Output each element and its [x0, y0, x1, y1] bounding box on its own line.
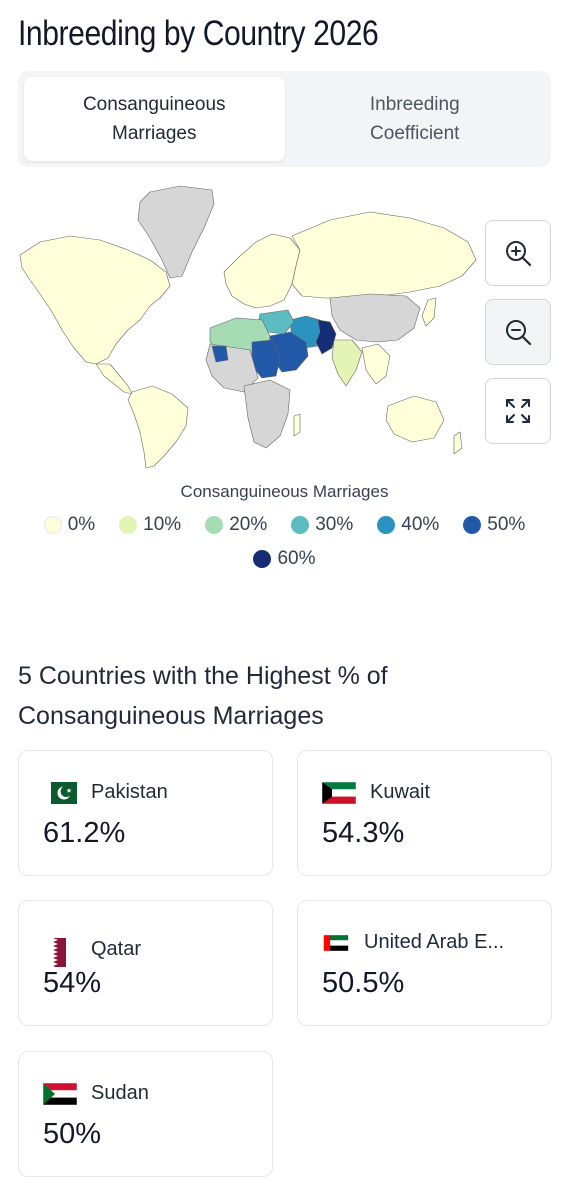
legend-swatch: [253, 550, 272, 568]
country-card-kuwait[interactable]: Kuwait 54.3%: [297, 750, 552, 876]
legend-swatch: [377, 516, 396, 534]
map-region-east-asia: [329, 293, 421, 343]
legend-item[interactable]: 10%: [119, 514, 181, 536]
country-name: Sudan: [91, 1082, 149, 1104]
map-region-europe: [223, 233, 301, 309]
legend-swatch: [119, 516, 138, 534]
map-region-russia: [291, 211, 477, 299]
zoom-out-icon: [506, 320, 532, 346]
fullscreen-button[interactable]: [485, 378, 551, 444]
legend-item[interactable]: 20%: [205, 514, 267, 536]
legend-label: 0%: [67, 514, 96, 535]
metric-tabs: Consanguineous Marriages Inbreeding Coef…: [18, 71, 551, 167]
map-legend: 0% 10% 20% 30% 40% 50% 60%: [18, 514, 551, 570]
zoom-out-button[interactable]: [485, 299, 551, 365]
legend-label: 20%: [229, 514, 268, 535]
legend-label: 10%: [143, 514, 182, 535]
legend-label: 40%: [401, 514, 440, 535]
zoom-in-icon: [506, 241, 532, 267]
country-value: 54%: [43, 967, 102, 999]
qatar-flag-icon: [53, 938, 66, 967]
country-card-sudan[interactable]: Sudan 50%: [18, 1051, 273, 1177]
legend-label: 50%: [487, 514, 526, 535]
legend-item[interactable]: 0%: [43, 514, 96, 536]
expand-icon: [506, 399, 530, 423]
map-region-madagascar: [293, 413, 301, 437]
map-region-north-america: [19, 235, 171, 365]
page-title: Inbreeding by Country 2026: [18, 14, 379, 53]
map-region-southeast-asia: [361, 343, 391, 385]
country-value: 50.5%: [322, 967, 405, 999]
map-region-south-america: [127, 385, 189, 469]
legend-item[interactable]: 40%: [377, 514, 439, 536]
map-region-japan: [421, 297, 437, 327]
map-region-central-america: [95, 363, 133, 395]
country-card-pakistan[interactable]: Pakistan 61.2%: [18, 750, 273, 876]
country-card-united-arab-emirates[interactable]: United Arab E... 50.5%: [297, 900, 552, 1026]
legend-label: 60%: [277, 548, 316, 569]
country-card-qatar[interactable]: Qatar 54%: [18, 900, 273, 1026]
country-name: Kuwait: [370, 781, 431, 803]
map-region-new-zealand: [453, 431, 463, 455]
sudan-flag-icon: [43, 1082, 77, 1105]
kuwait-flag-icon: [322, 781, 356, 804]
top5-section-title: 5 Countries with the Highest % of Consan…: [18, 662, 388, 730]
map-region-india: [331, 339, 363, 387]
legend-swatch: [463, 516, 482, 534]
legend-label: 30%: [315, 514, 354, 535]
legend-swatch: [291, 516, 310, 534]
legend-item[interactable]: 30%: [291, 514, 353, 536]
zoom-in-button[interactable]: [485, 220, 551, 286]
legend-swatch: [205, 516, 224, 534]
country-name: Pakistan: [91, 781, 168, 803]
country-value: 54.3%: [322, 817, 405, 849]
legend-item[interactable]: 60%: [253, 548, 316, 570]
country-name: Qatar: [91, 937, 142, 960]
uae-flag-icon: [323, 934, 349, 951]
map-region-southern-africa: [243, 379, 291, 449]
world-choropleth-map[interactable]: [0, 180, 480, 470]
legend-swatch: [43, 516, 62, 534]
legend-title: Consanguineous Marriages: [180, 482, 389, 501]
country-name: United Arab E...: [364, 931, 505, 953]
map-region-australia: [385, 395, 445, 443]
tab-consanguineous-marriages[interactable]: Consanguineous Marriages: [24, 77, 285, 161]
country-value: 61.2%: [43, 817, 126, 849]
legend-item[interactable]: 50%: [463, 514, 525, 536]
country-value: 50%: [43, 1118, 102, 1150]
pakistan-flag-icon: [43, 781, 77, 804]
tab-inbreeding-coefficient[interactable]: Inbreeding Coefficient: [285, 77, 546, 161]
